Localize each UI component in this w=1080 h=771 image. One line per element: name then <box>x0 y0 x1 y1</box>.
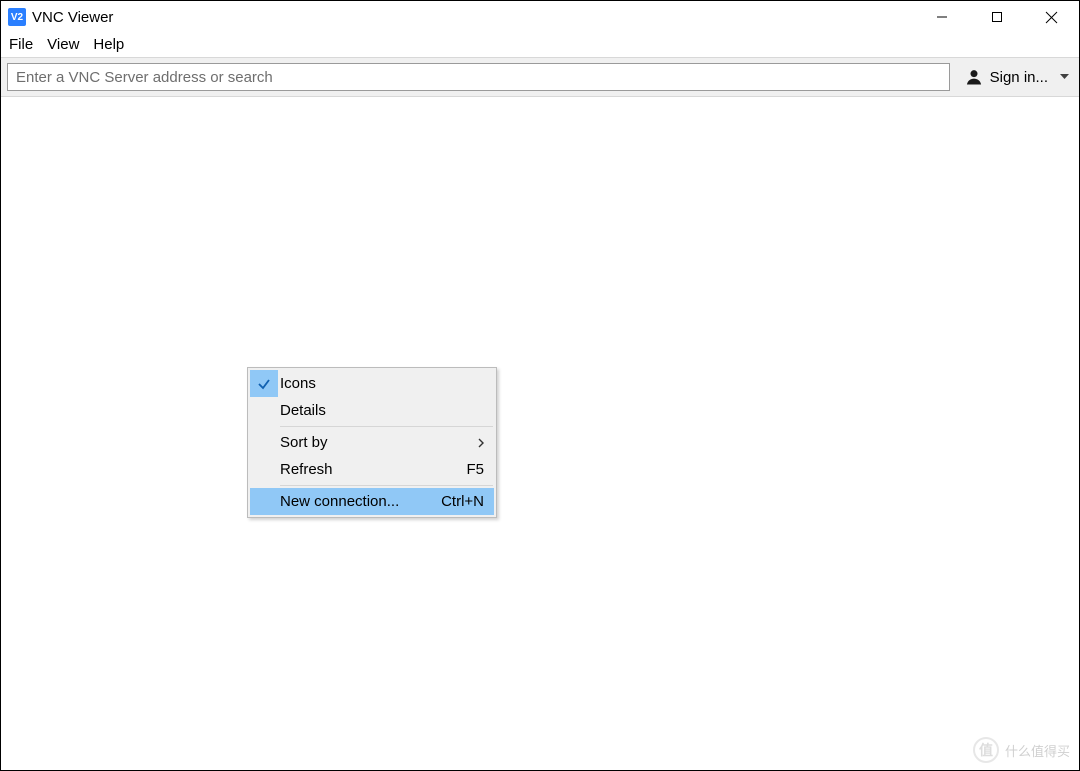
menu-help[interactable]: Help <box>87 35 130 54</box>
sign-in-button[interactable]: Sign in... <box>960 61 1073 93</box>
context-menu-item-icons[interactable]: Icons <box>250 370 494 397</box>
user-icon <box>964 67 984 87</box>
context-menu: Icons Details Sort by Refresh F5 <box>247 367 497 518</box>
menu-separator <box>280 485 493 486</box>
minimize-icon <box>936 11 948 23</box>
minimize-button[interactable] <box>914 1 969 33</box>
context-menu-shortcut: F5 <box>466 461 484 478</box>
sign-in-label: Sign in... <box>990 69 1048 86</box>
context-menu-item-refresh[interactable]: Refresh F5 <box>250 456 494 483</box>
connections-area[interactable]: Icons Details Sort by Refresh F5 <box>1 97 1079 770</box>
app-icon: V2 <box>8 8 26 26</box>
close-icon <box>1045 11 1058 24</box>
context-menu-label: Sort by <box>278 434 478 451</box>
context-menu-item-new-connection[interactable]: New connection... Ctrl+N <box>250 488 494 515</box>
toolbar: Sign in... <box>1 57 1079 97</box>
maximize-button[interactable] <box>969 1 1024 33</box>
watermark: 值 什么值得买 <box>973 737 1070 763</box>
chevron-right-icon <box>478 438 484 448</box>
title-bar: V2 VNC Viewer <box>1 1 1079 33</box>
context-menu-label: Refresh <box>278 461 466 478</box>
maximize-icon <box>991 11 1003 23</box>
context-menu-item-details[interactable]: Details <box>250 397 494 424</box>
watermark-logo: 值 <box>973 737 999 763</box>
context-menu-shortcut: Ctrl+N <box>441 493 484 510</box>
server-address-input[interactable] <box>7 63 950 91</box>
close-button[interactable] <box>1024 1 1079 33</box>
window-title: VNC Viewer <box>32 9 113 26</box>
menu-view[interactable]: View <box>41 35 85 54</box>
watermark-text: 什么值得买 <box>1005 741 1070 760</box>
menu-file[interactable]: File <box>3 35 39 54</box>
context-menu-item-sort-by[interactable]: Sort by <box>250 429 494 456</box>
context-menu-label: Icons <box>278 375 484 392</box>
menu-separator <box>280 426 493 427</box>
app-window: V2 VNC Viewer File View Help Sign in... <box>0 0 1080 771</box>
context-menu-label: Details <box>278 402 484 419</box>
context-menu-label: New connection... <box>278 493 441 510</box>
menu-bar: File View Help <box>1 33 1079 57</box>
chevron-down-icon <box>1060 74 1069 80</box>
check-icon <box>250 370 278 397</box>
